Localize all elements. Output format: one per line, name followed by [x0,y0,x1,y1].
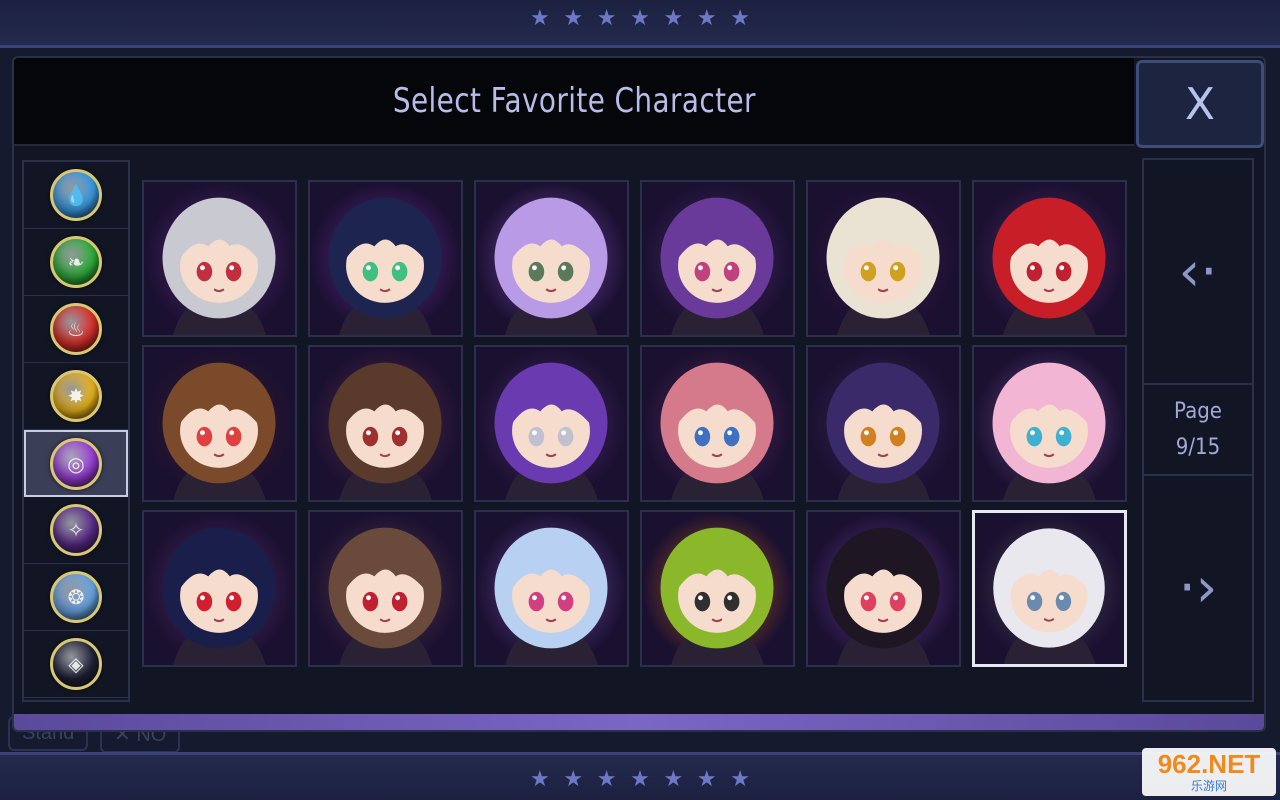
decorative-stars-top: ★ ★ ★ ★ ★ ★ ★ [530,5,750,31]
character-card[interactable] [972,345,1127,502]
next-page-button[interactable]: ·› [1144,474,1252,699]
character-portrait [476,347,627,500]
element-filter-wind[interactable]: ◎ [24,430,128,497]
watermark-sub: 乐游网 [1190,778,1227,793]
element-filter-fire[interactable]: ♨ [24,296,128,363]
dialog-title: Select Favorite Character [392,81,756,121]
water-element-icon: 💧 [50,169,102,221]
character-portrait [975,513,1124,664]
character-portrait [642,347,793,500]
light-element-icon: ✸ [50,370,102,422]
character-card[interactable] [474,180,629,337]
select-character-dialog: Select Favorite Character X 💧 ❧ ♨ ✸ ◎ ✧ ❂ ◈ ‹· … [12,56,1266,732]
character-card[interactable] [806,510,961,667]
character-portrait [808,347,959,500]
wind-element-icon: ◎ [50,437,102,490]
character-portrait [642,512,793,665]
character-card[interactable] [142,345,297,502]
character-portrait [642,182,793,335]
character-portrait [808,182,959,335]
character-card[interactable] [640,510,795,667]
character-card[interactable] [308,180,463,337]
page-navigation: ‹· Page 9/15 ·› [1142,158,1254,702]
character-grid [142,180,1132,670]
watermark-logo: 962.NET 乐游网 [1142,748,1276,796]
character-card[interactable] [474,345,629,502]
element-filter-ice[interactable]: ❂ [24,564,128,631]
character-portrait [310,347,461,500]
close-button[interactable]: X [1136,60,1264,148]
character-card[interactable] [142,180,297,337]
character-card[interactable] [308,510,463,667]
character-card[interactable] [640,180,795,337]
element-filter-nature[interactable]: ❧ [24,229,128,296]
character-portrait [310,182,461,335]
element-filter-dark[interactable]: ✧ [24,497,128,564]
character-card[interactable] [308,345,463,502]
page-number: 9/15 [1175,435,1221,460]
character-portrait [476,182,627,335]
fire-element-icon: ♨ [50,303,102,355]
element-filter-sidebar: 💧 ❧ ♨ ✸ ◎ ✧ ❂ ◈ [22,160,130,702]
character-portrait [974,182,1125,335]
page-label: Page [1174,399,1222,424]
decorative-stars-bottom: ★ ★ ★ ★ ★ ★ ★ [530,766,750,792]
character-card[interactable] [142,510,297,667]
title-bar: Select Favorite Character [14,58,1134,146]
element-filter-light[interactable]: ✸ [24,363,128,430]
chevron-left-icon: ‹· [1178,240,1218,303]
character-card[interactable] [972,180,1127,337]
dialog-bottom-accent [14,714,1264,730]
page-indicator: Page 9/15 [1149,387,1246,473]
element-filter-void[interactable]: ◈ [24,631,128,698]
character-card[interactable] [806,345,961,502]
character-portrait [144,182,295,335]
character-card[interactable] [806,180,961,337]
character-portrait [974,347,1125,500]
character-card[interactable] [972,510,1127,667]
previous-page-button[interactable]: ‹· [1144,160,1252,385]
character-portrait [310,512,461,665]
watermark-main: 962.NET [1157,748,1261,779]
nature-element-icon: ❧ [50,236,102,288]
character-card[interactable] [640,345,795,502]
character-portrait [808,512,959,665]
character-portrait [144,512,295,665]
character-portrait [476,512,627,665]
element-filter-water[interactable]: 💧 [24,162,128,229]
chevron-right-icon: ·› [1178,556,1218,619]
void-element-icon: ◈ [50,638,102,690]
character-portrait [144,347,295,500]
ice-element-icon: ❂ [50,571,102,623]
character-card[interactable] [474,510,629,667]
dark-element-icon: ✧ [50,504,102,556]
